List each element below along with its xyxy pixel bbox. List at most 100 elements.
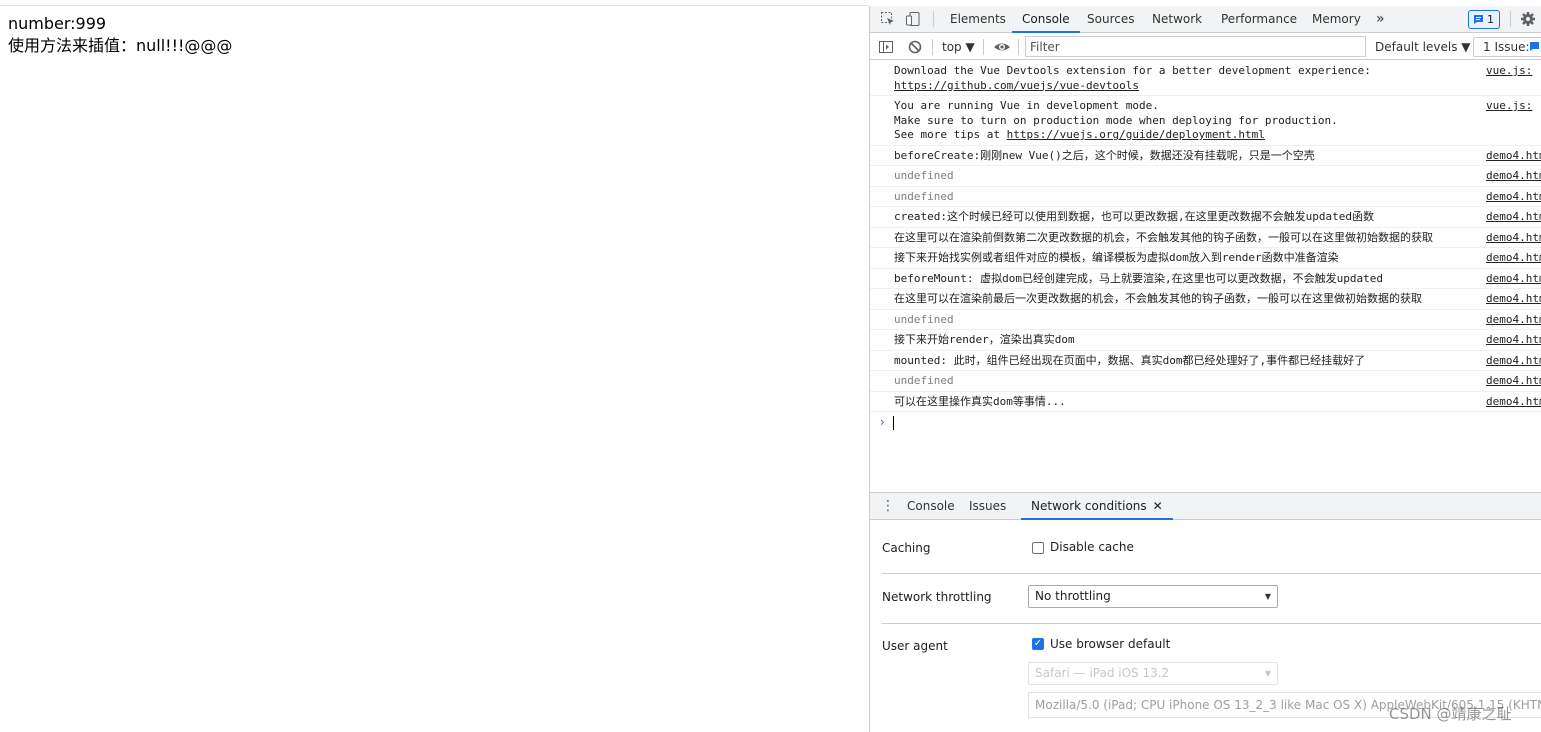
message-link[interactable]: https://vuejs.org/guide/deployment.html	[1007, 128, 1265, 141]
tab-separator	[1510, 11, 1511, 27]
drawer-menu-icon[interactable]: ⋮	[881, 499, 895, 513]
user-agent-label: User agent	[882, 639, 948, 653]
number-text: number:999	[8, 14, 107, 33]
tab-console[interactable]: Console	[1012, 6, 1080, 33]
message-text: mounted: 此时，组件已经出现在页面中，数据、真实dom都已经处理好了,事…	[894, 353, 1366, 367]
devtools-tabbar: Elements Console Sources Network Perform…	[870, 6, 1541, 33]
message-text: 可以在这里操作真实dom等事情...	[894, 394, 1066, 408]
message-source-link[interactable]: demo4.htm	[1486, 272, 1541, 287]
message-source-link[interactable]: demo4.htm	[1486, 251, 1541, 266]
message-source-link[interactable]: demo4.htm	[1486, 354, 1541, 369]
message-source-link[interactable]: vue.js:	[1486, 64, 1541, 79]
message-text: 在这里可以在渲染前最后一次更改数据的机会，不会触发其他的钩子函数，一般可以在这里…	[894, 292, 1422, 305]
message-link[interactable]: https://github.com/vuejs/vue-devtools	[894, 79, 1139, 92]
eye-icon[interactable]	[993, 39, 1010, 55]
chevron-down-icon: ▼	[1264, 669, 1271, 678]
use-browser-default-label: Use browser default	[1050, 637, 1171, 651]
log-levels-dropdown[interactable]: Default levels ▼	[1375, 34, 1471, 60]
device-toolbar-icon[interactable]	[905, 11, 921, 27]
tab-sources[interactable]: Sources	[1087, 6, 1134, 33]
user-agent-preset-select: Safari — iPad iOS 13.2 ▼	[1028, 662, 1278, 685]
message-text: undefined	[894, 189, 954, 203]
console-prompt[interactable]: ›	[870, 412, 1541, 434]
use-browser-default-checkbox[interactable]: ✓	[1032, 638, 1044, 650]
drawer-tabbar: ⋮ Console Issues Network conditions ✕	[870, 493, 1541, 520]
more-tabs-icon[interactable]: »	[1376, 6, 1385, 33]
console-message: 在这里可以在渲染前倒数第二次更改数据的机会，不会触发其他的钩子函数，一般可以在这…	[870, 228, 1541, 248]
console-message: beforeMount: 虚拟dom已经创建完成，马上就要渲染,在这里也可以更改…	[870, 269, 1541, 289]
close-icon[interactable]: ✕	[1153, 499, 1163, 513]
message-source-link[interactable]: demo4.htm	[1486, 169, 1541, 184]
caching-label: Caching	[882, 541, 931, 555]
message-text: Download the Vue Devtools extension for …	[894, 64, 1371, 77]
ua-preset-value: Safari — iPad iOS 13.2	[1035, 666, 1170, 680]
message-source-link[interactable]: demo4.htm	[1486, 333, 1541, 348]
console-message: undefined demo4.htm	[870, 371, 1541, 392]
issues-button[interactable]: 1 Issue:	[1473, 37, 1541, 57]
message-source-link[interactable]: demo4.htm	[1486, 374, 1541, 389]
filter-input[interactable]	[1025, 36, 1366, 57]
console-message: undefined demo4.htm	[870, 310, 1541, 330]
sidebar-toggle-icon[interactable]	[878, 39, 894, 55]
disable-cache-checkbox[interactable]	[1032, 542, 1044, 554]
throttling-label: Network throttling	[882, 590, 992, 604]
console-message: You are running Vue in development mode.…	[870, 96, 1541, 146]
message-text: You are running Vue in development mode.	[894, 99, 1159, 112]
console-message: undefined demo4.htm	[870, 166, 1541, 187]
tab-memory[interactable]: Memory	[1312, 6, 1361, 33]
console-message: 可以在这里操作真实dom等事情... demo4.htm	[870, 392, 1541, 412]
clear-console-icon[interactable]	[907, 39, 923, 55]
drawer-tab-label: Network conditions	[1031, 499, 1147, 513]
gear-icon[interactable]	[1520, 11, 1536, 27]
console-message: mounted: 此时，组件已经出现在页面中，数据、真实dom都已经处理好了,事…	[870, 351, 1541, 371]
csdn-watermark: CSDN @靖康之耻	[1389, 705, 1512, 723]
message-source-link[interactable]: demo4.htm	[1486, 395, 1541, 410]
tab-network[interactable]: Network	[1152, 6, 1202, 33]
message-text: 在这里可以在渲染前倒数第二次更改数据的机会，不会触发其他的钩子函数，一般可以在这…	[894, 230, 1433, 244]
console-message: Download the Vue Devtools extension for …	[870, 61, 1541, 96]
badge-count: 1	[1487, 13, 1494, 26]
section-divider	[882, 623, 1541, 624]
message-source-link[interactable]: demo4.htm	[1486, 313, 1541, 328]
issues-label: 1 Issue:	[1483, 40, 1530, 54]
throttling-select[interactable]: No throttling ▼	[1028, 585, 1278, 608]
drawer-tab-issues[interactable]: Issues	[969, 493, 1006, 520]
console-message: 在这里可以在渲染前最后一次更改数据的机会，不会触发其他的钩子函数，一般可以在这里…	[870, 289, 1541, 310]
message-text: 接下来开始找实例或者组件对应的模板，编译模板为虚拟dom放入到render函数中…	[894, 251, 1339, 264]
message-source-link[interactable]: vue.js:	[1486, 99, 1541, 114]
message-source-link[interactable]: demo4.htm	[1486, 190, 1541, 205]
messages-icon	[1530, 42, 1539, 51]
messages-badge[interactable]: 1	[1468, 10, 1500, 29]
toolbar-separator	[932, 39, 933, 55]
drawer-tab-console[interactable]: Console	[907, 493, 955, 520]
console-message: created:这个时候已经可以使用到数据，也可以更改数据,在这里更改数据不会触…	[870, 207, 1541, 228]
chevron-down-icon: ▼	[1264, 592, 1271, 601]
message-text: undefined	[894, 374, 954, 387]
console-message: 接下来开始找实例或者组件对应的模板，编译模板为虚拟dom放入到render函数中…	[870, 248, 1541, 269]
throttling-value: No throttling	[1035, 589, 1111, 603]
drawer-tab-network-conditions[interactable]: Network conditions ✕	[1021, 493, 1173, 520]
message-text: created:这个时候已经可以使用到数据，也可以更改数据,在这里更改数据不会触…	[894, 210, 1374, 223]
message-text: Make sure to turn on production mode whe…	[894, 113, 1338, 127]
context-value: top	[942, 40, 962, 54]
message-source-link[interactable]: demo4.htm	[1486, 210, 1541, 225]
message-source-link[interactable]: demo4.htm	[1486, 231, 1541, 246]
message-source-link[interactable]: demo4.htm	[1486, 292, 1541, 307]
console-message: beforeCreate:刚刚new Vue()之后，这个时候，数据还没有挂载呢…	[870, 146, 1541, 166]
console-messages: Download the Vue Devtools extension for …	[870, 61, 1541, 492]
tab-separator	[933, 11, 934, 27]
message-source-link[interactable]: demo4.htm	[1486, 149, 1541, 164]
message-text: beforeCreate:刚刚new Vue()之后，这个时候，数据还没有挂载呢…	[894, 148, 1315, 162]
inspect-icon[interactable]	[880, 11, 896, 27]
tab-elements[interactable]: Elements	[950, 6, 1006, 33]
devtools-drawer: ⋮ Console Issues Network conditions ✕ Cac…	[870, 492, 1541, 732]
prompt-chevron-icon: ›	[880, 415, 885, 429]
page-viewport: number:999 使用方法来插值：null!!!@@@	[0, 6, 869, 732]
tab-performance[interactable]: Performance	[1221, 6, 1297, 33]
toolbar-separator	[1018, 39, 1019, 55]
disable-cache-label: Disable cache	[1050, 540, 1134, 554]
method-interpolation-text: 使用方法来插值：null!!!@@@	[8, 36, 233, 55]
context-selector[interactable]: top ▼	[942, 34, 975, 60]
message-text: beforeMount: 虚拟dom已经创建完成，马上就要渲染,在这里也可以更改…	[894, 271, 1383, 285]
message-text: See more tips at	[894, 128, 1007, 141]
